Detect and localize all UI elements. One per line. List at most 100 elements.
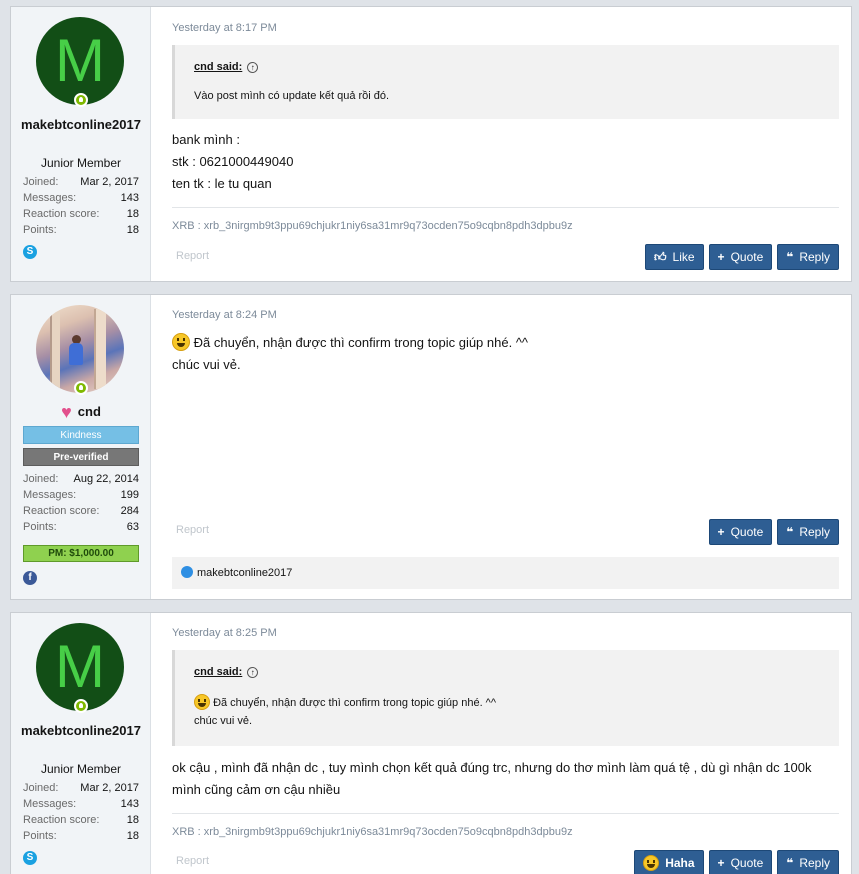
stat-value: Aug 22, 2014: [73, 473, 139, 485]
stat-label: Messages:: [23, 798, 77, 810]
post-date[interactable]: Yesterday at 8:17 PM: [172, 22, 277, 34]
report-link[interactable]: Report: [176, 524, 209, 536]
report-link[interactable]: Report: [176, 250, 209, 262]
arrow-up-icon[interactable]: ↑: [247, 667, 259, 678]
post-content: Yesterday at 8:24 PM Đã chuyển, nhận đượ…: [161, 295, 839, 599]
heart-icon: ♥: [61, 402, 72, 422]
plus-icon: +: [717, 250, 725, 264]
signature: XRB : xrb_3nirgmb9t3ppu69chjukr1niy6sa31…: [172, 207, 839, 232]
user-stats: Joined: Aug 22, 2014 Messages: 199 Reactio…: [23, 471, 139, 535]
user-banner: Pre-verified: [23, 448, 139, 466]
user-panel: M makebtconline2017 Junior Member Joined…: [11, 7, 151, 281]
post-actions: 👍︎ Like + Quote ❝ Reply: [644, 244, 839, 270]
body-line: stk : 0621000449040: [172, 154, 294, 169]
report-link[interactable]: Report: [176, 855, 209, 867]
stat-label: Messages:: [23, 192, 77, 204]
username[interactable]: ♥ cnd: [21, 403, 141, 421]
reactions-users[interactable]: makebtconline2017: [197, 567, 292, 579]
quote-text: Đã chuyển, nhận được thì confirm trong t…: [194, 694, 496, 712]
like-label: Like: [672, 250, 695, 264]
avatar[interactable]: [36, 305, 124, 393]
plus-icon: +: [717, 525, 725, 539]
quote-author[interactable]: cnd said: ↑: [194, 666, 259, 678]
stat-value: Mar 2, 2017: [80, 782, 139, 794]
thumbs-up-icon: 👍︎: [653, 250, 667, 264]
quote-label: Quote: [730, 856, 764, 870]
stat-label: Points:: [23, 521, 57, 533]
post-body: ok cậu , mình đã nhận dc , tuy mình chọn…: [172, 757, 839, 801]
like-button[interactable]: 👍︎ Like: [644, 244, 704, 270]
facebook-icon[interactable]: f: [23, 571, 37, 585]
stat-value: 284: [120, 505, 139, 517]
quote-block: cnd said: ↑ Vào post mình có update kết q…: [172, 45, 839, 119]
body-line: bank mình :: [172, 132, 240, 147]
quote-text: Vào post mình có update kết quả rồi đó.: [194, 90, 390, 102]
online-status-icon: [74, 381, 88, 395]
body-line: ok cậu , mình đã nhận dc , tuy mình chọn…: [172, 760, 812, 775]
reply-label: Reply: [799, 525, 830, 539]
stat-value: Mar 2, 2017: [80, 176, 139, 188]
quote-button[interactable]: + Quote: [708, 850, 773, 874]
stat-label: Joined:: [23, 176, 59, 188]
user-title: Junior Member: [40, 156, 122, 170]
pm-banner: PM: $1,000.00: [23, 545, 139, 562]
user-panel: M makebtconline2017 Junior Member Joined…: [11, 613, 151, 874]
reply-button[interactable]: ❝ Reply: [777, 519, 839, 545]
plus-icon: +: [717, 856, 725, 870]
reply-button[interactable]: ❝ Reply: [777, 850, 839, 874]
stat-value: 199: [120, 489, 139, 501]
post-body: Đã chuyển, nhận được thì confirm trong t…: [172, 332, 839, 376]
post-date[interactable]: Yesterday at 8:25 PM: [172, 627, 277, 639]
online-status-icon: [74, 93, 88, 107]
reactions-bar[interactable]: makebtconline2017: [172, 557, 839, 589]
reply-label: Reply: [799, 856, 830, 870]
stat-label: Points:: [23, 224, 57, 236]
haha-button[interactable]: Haha: [634, 850, 704, 874]
post-content: Yesterday at 8:25 PM cnd said: ↑ Đã chuyể…: [161, 613, 839, 874]
post-actions: + Quote ❝ Reply: [708, 519, 839, 545]
quote-label: Quote: [730, 250, 764, 264]
stat-value: 143: [120, 192, 139, 204]
quote-marks-icon: ❝: [786, 525, 794, 539]
quote-author[interactable]: cnd said: ↑: [194, 61, 259, 73]
quote-text: chúc vui vẻ.: [194, 715, 253, 727]
post-actions: Haha + Quote ❝ Reply: [634, 850, 839, 874]
quote-marks-icon: ❝: [786, 250, 794, 264]
grinning-emoji-icon: [194, 694, 210, 710]
stat-value: 18: [126, 208, 139, 220]
username[interactable]: makebtconline2017: [21, 116, 141, 133]
quote-button[interactable]: + Quote: [708, 519, 773, 545]
stat-value: 143: [120, 798, 139, 810]
user-stats: Joined: Mar 2, 2017 Messages: 143 Reaction…: [23, 780, 139, 844]
arrow-up-icon[interactable]: ↑: [247, 62, 259, 73]
body-line: ten tk : le tu quan: [172, 176, 272, 191]
post-content: Yesterday at 8:17 PM cnd said: ↑ Vào post…: [161, 7, 839, 281]
quote-block: cnd said: ↑ Đã chuyển, nhận được thì conf…: [172, 650, 839, 746]
stat-label: Points:: [23, 830, 57, 842]
stat-label: Messages:: [23, 489, 77, 501]
haha-label: Haha: [665, 856, 695, 870]
reply-label: Reply: [799, 250, 830, 264]
quote-button[interactable]: + Quote: [708, 244, 773, 270]
stat-label: Joined:: [23, 473, 59, 485]
post: M makebtconline2017 Junior Member Joined…: [10, 6, 852, 282]
stat-value: 18: [126, 224, 139, 236]
username[interactable]: makebtconline2017: [21, 722, 141, 739]
post: ♥ cnd Kindness Pre-verified Joined: Aug 22…: [10, 294, 852, 600]
skype-icon[interactable]: S: [23, 245, 37, 259]
skype-icon[interactable]: S: [23, 851, 37, 865]
post-date[interactable]: Yesterday at 8:24 PM: [172, 309, 277, 321]
signature: XRB : xrb_3nirgmb9t3ppu69chjukr1niy6sa31…: [172, 813, 839, 838]
quote-marks-icon: ❝: [786, 856, 794, 870]
user-banner: Kindness: [23, 426, 139, 444]
stat-value: 18: [126, 830, 139, 842]
avatar[interactable]: M: [36, 17, 124, 105]
avatar[interactable]: M: [36, 623, 124, 711]
reply-button[interactable]: ❝ Reply: [777, 244, 839, 270]
laughing-emoji-icon: [643, 855, 660, 871]
online-status-icon: [74, 699, 88, 713]
grinning-emoji-icon: [172, 333, 190, 351]
quote-label: Quote: [730, 525, 764, 539]
stat-label: Reaction score:: [23, 814, 100, 826]
stat-value: 18: [126, 814, 139, 826]
